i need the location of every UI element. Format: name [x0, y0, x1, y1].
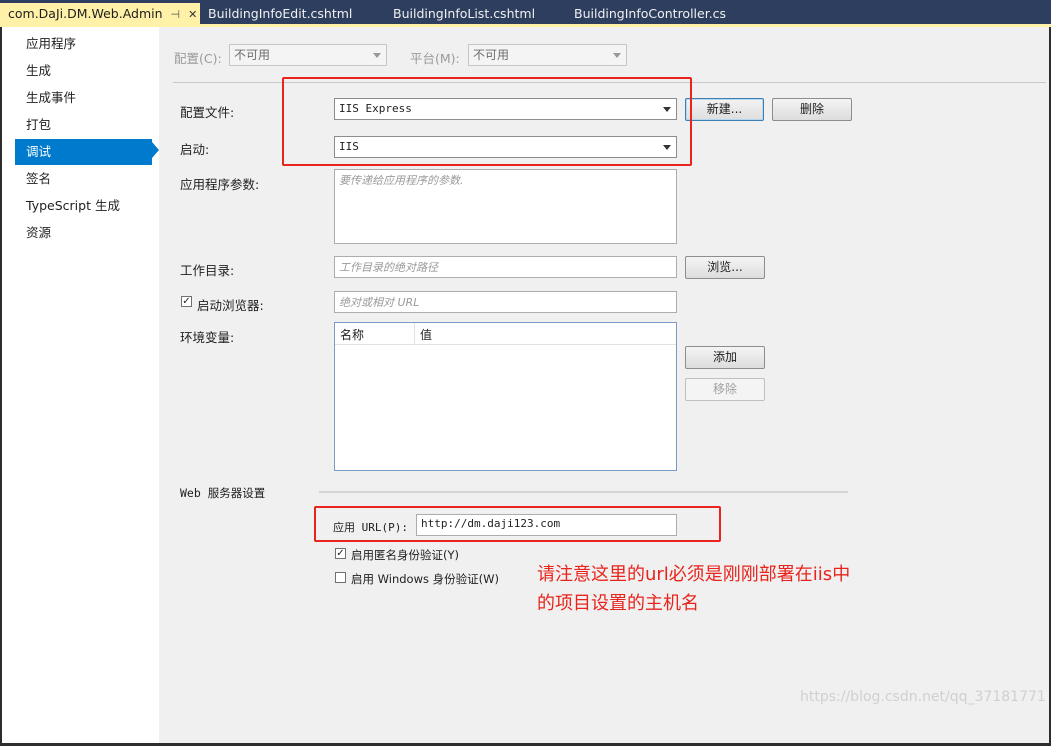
- windows-auth-label: 启用 Windows 身份验证(W): [351, 572, 499, 586]
- sidebar-item-application[interactable]: 应用程序: [15, 31, 152, 57]
- launch-browser-checkbox[interactable]: ✓: [181, 296, 192, 307]
- tab-label: BuildingInfoController.cs: [574, 6, 727, 21]
- tab-buildinginfo-edit[interactable]: BuildingInfoEdit.cshtml: [200, 3, 385, 25]
- close-icon[interactable]: ✕: [188, 8, 197, 21]
- browse-button[interactable]: 浏览...: [685, 256, 765, 279]
- launch-url-input[interactable]: 绝对或相对 URL: [334, 291, 677, 313]
- tab-buildinginfo-list[interactable]: BuildingInfoList.cshtml: [385, 3, 565, 25]
- config-label: 配置(C):: [174, 51, 222, 66]
- anon-auth-checkbox[interactable]: ✓: [335, 548, 346, 559]
- section-divider: [319, 491, 848, 493]
- selected-arrow-icon: [152, 142, 159, 158]
- sidebar-item-typescript-build[interactable]: TypeScript 生成: [15, 193, 152, 219]
- sidebar-item-build-events[interactable]: 生成事件: [15, 85, 152, 111]
- platform-label: 平台(M):: [410, 51, 460, 66]
- launch-label: 启动:: [180, 142, 210, 157]
- env-vars-label: 环境变量:: [180, 330, 235, 345]
- sidebar-item-signing[interactable]: 签名: [15, 166, 152, 192]
- remove-env-button: 移除: [685, 378, 765, 401]
- app-args-label: 应用程序参数:: [180, 177, 260, 192]
- sidebar-item-resources[interactable]: 资源: [15, 220, 152, 246]
- column-separator[interactable]: [414, 323, 415, 344]
- tab-label: com.DaJi.DM.Web.Admin: [8, 6, 163, 21]
- annotation-line-1: 请注意这里的url必须是刚刚部署在iis中: [537, 564, 851, 585]
- work-dir-label: 工作目录:: [180, 263, 235, 278]
- sidebar-item-package[interactable]: 打包: [15, 112, 152, 138]
- profile-label: 配置文件:: [180, 105, 235, 120]
- work-dir-input[interactable]: 工作目录的绝对路径: [334, 256, 677, 278]
- delete-profile-button[interactable]: 删除: [772, 98, 852, 121]
- sidebar-item-build[interactable]: 生成: [15, 58, 152, 84]
- column-header-name[interactable]: 名称: [340, 326, 364, 343]
- config-select: 不可用: [229, 44, 387, 66]
- annotation-line-2: 的项目设置的主机名: [537, 593, 699, 614]
- launch-browser-label: 启动浏览器:: [197, 298, 264, 313]
- tab-project-properties[interactable]: com.DaJi.DM.Web.Admin ⊣ ✕: [0, 3, 200, 25]
- tab-label: BuildingInfoList.cshtml: [393, 6, 536, 21]
- platform-select: 不可用: [468, 44, 627, 66]
- add-env-button[interactable]: 添加: [685, 346, 765, 369]
- project-properties-page: 应用程序 生成 生成事件 打包 调试 签名 TypeScript 生成 资源 配…: [2, 27, 1049, 743]
- watermark: https://blog.csdn.net/qq_37181771: [800, 689, 1046, 705]
- tab-label: BuildingInfoEdit.cshtml: [208, 6, 353, 21]
- chevron-down-icon: [613, 53, 621, 58]
- highlight-box-profile: [282, 77, 692, 166]
- properties-sidebar: 应用程序 生成 生成事件 打包 调试 签名 TypeScript 生成 资源: [2, 27, 159, 743]
- windows-auth-checkbox[interactable]: [335, 572, 346, 583]
- column-header-value[interactable]: 值: [420, 326, 432, 343]
- env-vars-grid[interactable]: 名称 值: [334, 322, 677, 471]
- document-tab-bar: com.DaJi.DM.Web.Admin ⊣ ✕ BuildingInfoEdit…: [0, 0, 1051, 27]
- web-server-section-label: Web 服务器设置: [180, 486, 266, 500]
- sidebar-item-debug[interactable]: 调试: [15, 139, 152, 165]
- app-args-input[interactable]: 要传递给应用程序的参数.: [334, 169, 677, 244]
- anon-auth-label: 启用匿名身份验证(Y): [351, 548, 459, 562]
- platform-select-value: 不可用: [473, 48, 510, 62]
- env-grid-header: 名称 值: [335, 323, 676, 345]
- highlight-box-url: [314, 506, 721, 542]
- tab-buildinginfo-controller[interactable]: BuildingInfoController.cs: [566, 3, 766, 25]
- new-profile-button[interactable]: 新建...: [685, 98, 764, 121]
- pin-icon[interactable]: ⊣: [171, 8, 181, 21]
- chevron-down-icon: [373, 53, 381, 58]
- config-select-value: 不可用: [234, 48, 271, 62]
